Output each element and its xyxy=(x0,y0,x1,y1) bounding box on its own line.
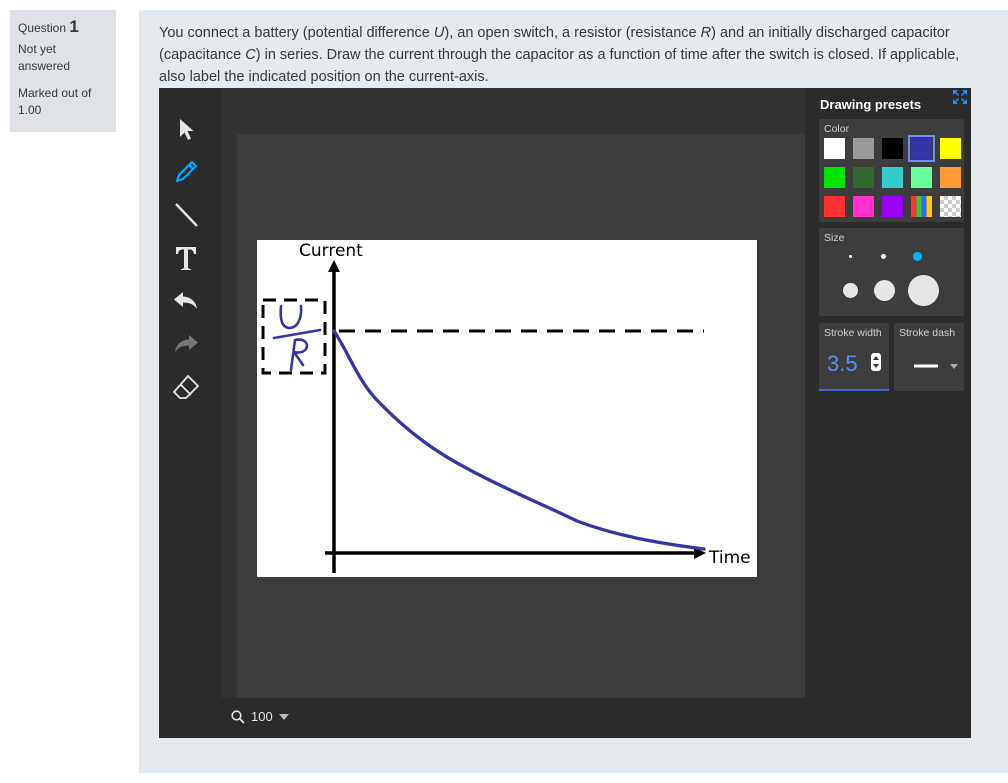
line-tool-button[interactable] xyxy=(169,198,203,232)
stroke-width-underline xyxy=(819,389,889,391)
color-swatch[interactable] xyxy=(940,138,961,159)
tool-bar xyxy=(159,88,221,738)
size-label: Size xyxy=(824,232,845,244)
eraser-icon xyxy=(173,375,199,399)
label-target-box xyxy=(261,298,327,375)
stroke-width-spinner[interactable] xyxy=(871,353,881,371)
bottom-bar: 100 xyxy=(221,698,805,738)
stroke-dash-label: Stroke dash xyxy=(899,327,956,339)
select-tool-button[interactable] xyxy=(169,112,203,146)
ruler-left xyxy=(221,134,237,698)
drawing-editor: Current Time 100 Drawing presets Color S… xyxy=(159,88,971,738)
color-swatch[interactable] xyxy=(853,167,874,188)
current-decay-curve xyxy=(332,329,706,551)
magnifier-icon xyxy=(231,709,245,724)
color-swatch[interactable] xyxy=(824,167,845,188)
custom-color-swatch[interactable] xyxy=(911,196,932,217)
question-number-value: 1 xyxy=(69,17,79,36)
text-tool-button[interactable] xyxy=(169,241,203,275)
color-swatch[interactable] xyxy=(853,196,874,217)
canvas-svg: Current Time xyxy=(261,241,751,573)
color-swatch[interactable] xyxy=(882,138,903,159)
color-swatch[interactable] xyxy=(824,138,845,159)
size-option-2[interactable] xyxy=(881,254,886,259)
presets-title: Drawing presets xyxy=(820,97,922,112)
chevron-down-icon xyxy=(278,713,289,720)
question-info-panel: Question 1 Not yet answered Marked out o… xyxy=(10,10,116,132)
size-option-6[interactable] xyxy=(908,275,939,306)
stroke-width-input[interactable]: 3.5 xyxy=(827,351,858,377)
color-swatch[interactable] xyxy=(853,138,874,159)
question-state: Not yet answered xyxy=(18,42,71,73)
color-swatch[interactable] xyxy=(908,135,935,162)
size-option-4[interactable] xyxy=(843,283,858,298)
color-swatch[interactable] xyxy=(911,167,932,188)
redo-button[interactable] xyxy=(169,327,203,361)
pen-tool-button[interactable] xyxy=(169,155,203,189)
question-label: Question xyxy=(18,21,67,35)
redo-icon xyxy=(175,335,198,352)
size-option-5[interactable] xyxy=(874,280,895,301)
drawing-canvas[interactable]: Current Time xyxy=(257,240,757,577)
y-axis-label: Current xyxy=(299,241,363,261)
color-section: Color xyxy=(819,119,964,222)
eraser-tool-button[interactable] xyxy=(169,370,203,404)
size-option-1[interactable] xyxy=(849,255,852,258)
color-swatch[interactable] xyxy=(882,196,903,217)
handwritten-R xyxy=(289,338,309,372)
presets-panel: Drawing presets Color Size Stroke width … xyxy=(805,88,971,738)
color-swatch[interactable] xyxy=(940,167,961,188)
color-label: Color xyxy=(824,123,850,135)
text-T-icon xyxy=(176,247,196,270)
pencil-icon xyxy=(175,160,198,183)
y-axis-arrowhead xyxy=(328,260,340,272)
expand-icon[interactable] xyxy=(951,88,969,106)
color-swatch[interactable] xyxy=(824,196,845,217)
undo-button[interactable] xyxy=(169,284,203,318)
ruler-top xyxy=(221,88,805,134)
stroke-dash-section: Stroke dash xyxy=(894,323,964,391)
handwritten-U xyxy=(279,304,303,330)
zoom-value: 100 xyxy=(251,709,273,724)
question-content: You connect a battery (potential differe… xyxy=(139,10,1008,773)
size-section: Size xyxy=(819,228,964,316)
question-number: Question 1 xyxy=(18,18,108,37)
stroke-dash-select[interactable] xyxy=(914,362,962,372)
question-text: You connect a battery (potential differe… xyxy=(159,25,960,85)
line-icon xyxy=(175,203,198,227)
color-swatch[interactable] xyxy=(882,167,903,188)
stroke-width-section: Stroke width 3.5 xyxy=(819,323,889,391)
transparent-color-swatch[interactable] xyxy=(940,196,961,217)
cursor-arrow-icon xyxy=(180,119,194,140)
undo-icon xyxy=(174,292,197,309)
question-grade: Marked out of 1.00 xyxy=(18,86,92,117)
zoom-control[interactable]: 100 xyxy=(231,709,289,724)
size-option-3[interactable] xyxy=(913,252,922,261)
stroke-width-label: Stroke width xyxy=(824,327,882,339)
handwritten-fraction-bar xyxy=(272,328,322,340)
x-axis-label: Time xyxy=(708,548,751,568)
